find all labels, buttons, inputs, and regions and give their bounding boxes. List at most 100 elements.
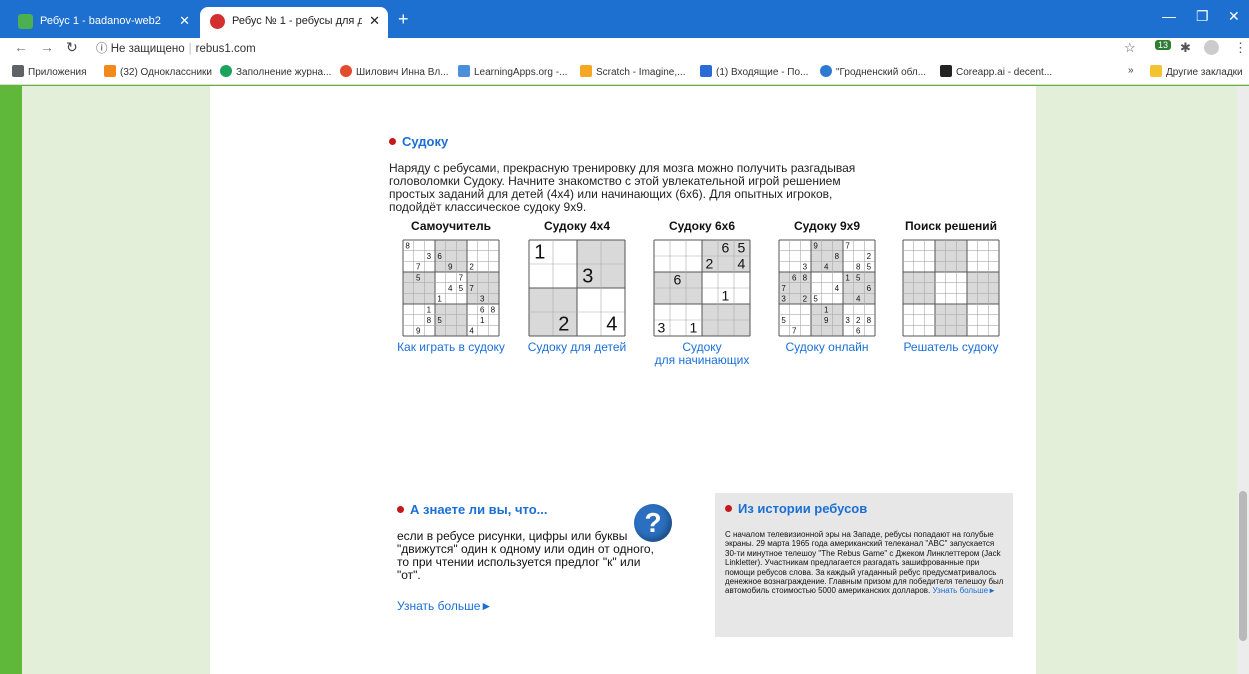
minimize-icon[interactable]: — [1162, 8, 1176, 24]
svg-text:3: 3 [480, 295, 485, 304]
bookmark-grodno[interactable]: "Гродненский обл... [820, 65, 926, 78]
svg-text:8: 8 [856, 263, 861, 272]
card-header: Судоку 4x4 [543, 219, 611, 233]
bullet-icon [397, 506, 404, 513]
card-link[interactable]: Судоку для начинающих [637, 341, 767, 367]
svg-text:4: 4 [606, 314, 617, 336]
restore-icon[interactable]: ❐ [1196, 8, 1209, 25]
svg-text:4: 4 [738, 255, 746, 271]
close-window-icon[interactable]: ✕ [1228, 8, 1240, 25]
svg-text:1: 1 [824, 305, 829, 314]
svg-text:7: 7 [781, 284, 786, 293]
bookmark-inbox[interactable]: (1) Входящие - По... [700, 65, 808, 78]
bookmark-coreapp[interactable]: Coreapp.ai - decent... [940, 65, 1052, 78]
close-tab-icon[interactable]: ✕ [179, 7, 190, 35]
sudoku-section-title[interactable]: Судоку [389, 134, 448, 149]
svg-text:5: 5 [416, 273, 421, 282]
bookmark-other[interactable]: Другие закладки [1150, 65, 1243, 78]
svg-text:3: 3 [427, 252, 432, 261]
tab-badanov[interactable]: Ребус 1 - badanov-web2 ✕ [8, 7, 198, 38]
sudoku-card-tutorial[interactable]: Самоучитель 836792574571316885194 Как иг… [386, 219, 516, 354]
card-link[interactable]: Решатель судоку [886, 341, 1016, 354]
forward-icon[interactable]: → [40, 39, 54, 55]
bookmark-scratch[interactable]: Scratch - Imagine,... [580, 65, 685, 78]
svg-text:7: 7 [416, 263, 421, 272]
address-bar[interactable]: ⓘ Не защищено | rebus1.com [96, 39, 256, 59]
rebus-favicon-icon [210, 14, 225, 29]
svg-text:1: 1 [480, 316, 485, 325]
sudoku-9x9-tutorial-grid[interactable]: 83 67 9 25 74 5 71 31 6 88 5 19 4 [402, 239, 500, 337]
sudoku-4x4-grid[interactable]: 1 3 2 4 [528, 239, 626, 337]
svg-text:1: 1 [534, 242, 545, 264]
reload-icon[interactable]: ↻ [66, 39, 78, 56]
page-viewport: Судоку Наряду с ребусами, прекрасную тре… [0, 86, 1249, 674]
new-tab-button[interactable]: + [398, 10, 409, 28]
url-text: rebus1.com [195, 43, 256, 55]
svg-text:5: 5 [781, 316, 786, 325]
svg-text:1: 1 [427, 305, 432, 314]
journal-icon [220, 65, 232, 77]
svg-text:8: 8 [867, 316, 872, 325]
sudoku-card-9x9[interactable]: Судоку 9x9 978234856815746325415932876 С… [762, 219, 892, 354]
svg-text:8: 8 [835, 252, 840, 261]
card-link[interactable]: Как играть в судоку [386, 341, 516, 354]
history-more-link[interactable]: Узнать больше► [933, 586, 997, 595]
bookmark-ok[interactable]: (32) Одноклассники [104, 65, 212, 78]
svg-text:5: 5 [813, 295, 818, 304]
bullet-icon [725, 505, 732, 512]
svg-text:5: 5 [856, 273, 861, 282]
scrollbar[interactable] [1237, 86, 1249, 674]
svg-text:5: 5 [459, 284, 464, 293]
card-header: Самоучитель [411, 219, 491, 233]
svg-text:7: 7 [792, 327, 797, 336]
sudoku-solver-grid[interactable] [902, 239, 1000, 337]
facts-text: если в ребусе рисунки, цифры или буквы "… [397, 529, 654, 582]
svg-text:9: 9 [416, 327, 421, 336]
bookmark-star-icon[interactable]: ☆ [1124, 40, 1136, 56]
card-header: Поиск решений [904, 219, 998, 233]
svg-text:3: 3 [582, 266, 593, 288]
sudoku-intro-text: Наряду с ребусами, прекрасную тренировку… [389, 161, 856, 214]
facts-more-link[interactable]: Узнать больше► [397, 599, 492, 613]
more-bookmarks-button[interactable]: » [1128, 65, 1134, 76]
svg-text:2: 2 [803, 295, 808, 304]
tab-title: Ребус 1 - badanov-web2 [40, 15, 161, 27]
svg-text:3: 3 [781, 295, 786, 304]
folder-icon [1150, 65, 1162, 77]
svg-text:3: 3 [803, 263, 808, 272]
svg-text:2: 2 [856, 316, 861, 325]
bookmark-journal[interactable]: Заполнение журна... [220, 65, 331, 78]
svg-text:6: 6 [792, 273, 797, 282]
sudoku-card-6x6[interactable]: Судоку 6x6 65246131 Судоку для начинающи… [637, 219, 767, 367]
bookmark-apps[interactable]: Приложения [12, 65, 87, 78]
svg-text:2: 2 [867, 252, 872, 261]
svg-text:8: 8 [803, 273, 808, 282]
sudoku-card-4x4[interactable]: Судоку 4x4 1 3 2 4 Судоку для детей [512, 219, 642, 354]
sudoku-6x6-grid[interactable]: 6 52 4613 1 [653, 239, 751, 337]
extension-icon[interactable]: 13 [1155, 40, 1172, 50]
bullet-icon [389, 138, 396, 145]
svg-text:6: 6 [480, 305, 485, 314]
bookmark-shilovich[interactable]: Шилович Инна Вл... [340, 65, 449, 78]
tab-rebus[interactable]: Ребус № 1 - ребусы для детей с ✕ [200, 7, 388, 38]
info-icon[interactable]: ⓘ [96, 43, 108, 55]
svg-text:1: 1 [845, 273, 850, 282]
back-icon[interactable]: ← [14, 39, 28, 55]
card-link[interactable]: Судоку онлайн [762, 341, 892, 354]
svg-text:5: 5 [738, 239, 746, 255]
scrollbar-thumb[interactable] [1239, 491, 1247, 641]
close-tab-icon[interactable]: ✕ [369, 7, 380, 35]
avatar[interactable] [1204, 40, 1219, 55]
puzzle-icon[interactable]: ✱ [1180, 40, 1191, 56]
page-content: Судоку Наряду с ребусами, прекрасную тре… [210, 86, 1036, 674]
svg-text:5: 5 [437, 316, 442, 325]
menu-icon[interactable]: ⋮ [1234, 40, 1247, 56]
sudoku-9x9-grid[interactable]: 9 78 23 4 8 56 8 1 57 4 63 2 5 415 9 3 2 87 6 [778, 239, 876, 337]
svg-text:4: 4 [824, 263, 829, 272]
tab-title: Ребус № 1 - ребусы для детей с [232, 15, 362, 27]
sudoku-card-solver[interactable]: Поиск решений Решатель судоку [886, 219, 1016, 354]
odnoklassniki-icon [104, 65, 116, 77]
card-link[interactable]: Судоку для детей [512, 341, 642, 354]
svg-text:7: 7 [845, 241, 850, 250]
bookmark-learningapps[interactable]: LearningApps.org -... [458, 65, 567, 78]
